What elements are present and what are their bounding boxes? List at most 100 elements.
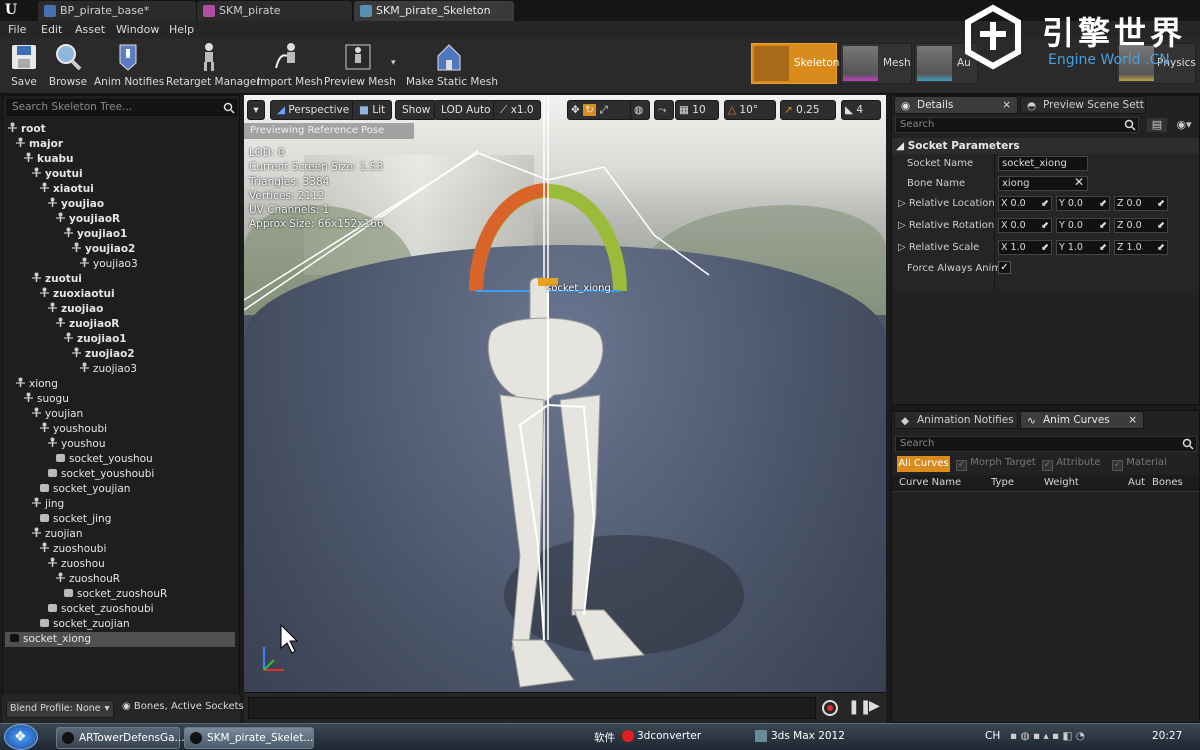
- browse-button[interactable]: Browse: [48, 40, 88, 90]
- mode-mesh-button[interactable]: Mesh: [840, 43, 912, 84]
- force-always-animated-checkbox[interactable]: ✓: [998, 261, 1011, 274]
- tree-row[interactable]: socket_zuoshoubi: [47, 602, 154, 617]
- scale-z-field[interactable]: Z 1.0 ⬋: [1114, 240, 1168, 255]
- preview-mesh-dropdown-icon[interactable]: ▾: [391, 58, 396, 68]
- tab-details[interactable]: ◉ Details ×: [894, 96, 1018, 114]
- tree-row[interactable]: zuojiaoR: [55, 317, 119, 332]
- grid-snap-button[interactable]: ▦ 10: [675, 100, 719, 120]
- tray-icons[interactable]: ▪ ◍ ▪ ▴ ▪ ◧ ◔: [1010, 730, 1085, 742]
- menu-file[interactable]: File: [8, 21, 26, 38]
- location-y-field[interactable]: Y 0.0 ⬋: [1056, 196, 1110, 211]
- world-local-toggle[interactable]: ◍: [630, 100, 650, 120]
- tree-row[interactable]: xiaotui: [39, 182, 94, 197]
- tree-row[interactable]: youshoubi: [39, 422, 107, 437]
- tab-preview-scene-settings[interactable]: ◓ Preview Scene Sett: [1020, 96, 1146, 114]
- tree-row[interactable]: socket_youshou: [55, 452, 153, 467]
- socket-parameters-header[interactable]: ◢ Socket Parameters: [892, 138, 1199, 154]
- translate-icon[interactable]: ✥: [571, 104, 580, 116]
- show-button[interactable]: Show: [395, 100, 438, 120]
- taskbar-item-skm-pirate[interactable]: SKM_pirate_Skelet...: [184, 727, 314, 749]
- tree-row[interactable]: suogu: [23, 392, 69, 407]
- record-button[interactable]: [822, 700, 838, 716]
- rotation-y-field[interactable]: Y 0.0 ⬋: [1056, 218, 1110, 233]
- playback-speed-button[interactable]: ⟋ x1.0: [493, 100, 541, 120]
- pause-button[interactable]: ❚❚: [848, 699, 871, 715]
- retarget-manager-button[interactable]: Retarget Manager: [166, 40, 261, 90]
- tab-bp-pirate-base[interactable]: BP_pirate_base*: [38, 1, 196, 21]
- camera-speed-button[interactable]: ◣ 4: [841, 100, 881, 120]
- tree-row[interactable]: zuojiao3: [79, 362, 137, 377]
- tree-row[interactable]: youshou: [47, 437, 106, 452]
- morph-target-filter[interactable]: ✓ Morph Target: [956, 457, 1036, 471]
- tree-row[interactable]: zuojiao1: [63, 332, 127, 347]
- clear-icon[interactable]: ✕: [1074, 176, 1084, 189]
- surface-snap-button[interactable]: ⤳: [654, 100, 674, 120]
- import-mesh-button[interactable]: Import Mesh: [257, 40, 323, 90]
- tree-row[interactable]: zuojiao: [47, 302, 103, 317]
- location-x-field[interactable]: X 0.0 ⬋: [998, 196, 1052, 211]
- scale-snap-button[interactable]: ↗ 0.25: [780, 100, 836, 120]
- menu-window[interactable]: Window: [116, 21, 159, 38]
- column-weight[interactable]: Weight: [1044, 477, 1079, 488]
- details-search-input[interactable]: Search: [895, 117, 1139, 133]
- tree-row[interactable]: youjiaoR: [55, 212, 120, 227]
- blend-profile-dropdown[interactable]: Blend Profile: None ▾: [6, 700, 114, 718]
- view-options-button[interactable]: ▤: [1146, 117, 1168, 133]
- scale-x-field[interactable]: X 1.0 ⬋: [998, 240, 1052, 255]
- tree-row[interactable]: youtui: [31, 167, 83, 182]
- preview-mesh-button[interactable]: Preview Mesh: [324, 40, 396, 90]
- tree-row[interactable]: zuotui: [31, 272, 82, 287]
- tree-row[interactable]: zuojian: [31, 527, 83, 542]
- tree-row[interactable]: socket_youshoubi: [47, 467, 154, 482]
- rotation-z-field[interactable]: Z 0.0 ⬋: [1114, 218, 1168, 233]
- tree-row[interactable]: socket_zuojian: [39, 617, 130, 632]
- location-z-field[interactable]: Z 0.0 ⬋: [1114, 196, 1168, 211]
- tray-3dconverter-label[interactable]: 3dconverter: [637, 730, 701, 742]
- expand-arrow-icon[interactable]: ▷: [898, 242, 906, 253]
- perspective-button[interactable]: ◢ Perspective: [270, 100, 357, 120]
- tray-3dsmax-label[interactable]: 3ds Max 2012: [771, 730, 845, 742]
- timeline-scrubber[interactable]: [248, 697, 816, 719]
- clock[interactable]: 20:27: [1152, 730, 1182, 742]
- rotation-x-field[interactable]: X 0.0 ⬋: [998, 218, 1052, 233]
- viewport-options-button[interactable]: ▾: [247, 100, 265, 120]
- lit-button[interactable]: ■ Lit: [352, 100, 393, 120]
- menu-help[interactable]: Help: [169, 21, 194, 38]
- tree-row[interactable]: jing: [31, 497, 64, 512]
- material-filter[interactable]: ✓ Material: [1112, 457, 1167, 471]
- expand-arrow-icon[interactable]: ▷: [898, 198, 906, 209]
- bone-filter-button[interactable]: ◉ Bones, Active Sockets: [122, 701, 244, 712]
- socket-name-field[interactable]: socket_xiong: [998, 156, 1088, 171]
- menu-asset[interactable]: Asset: [75, 21, 105, 38]
- menu-edit[interactable]: Edit: [41, 21, 62, 38]
- tab-skm-pirate-skeleton[interactable]: SKM_pirate_Skeleton: [354, 1, 514, 21]
- save-button[interactable]: Save: [4, 40, 44, 90]
- attribute-filter[interactable]: ✓ Attribute: [1042, 457, 1100, 471]
- tree-row[interactable]: zuoxiaotui: [39, 287, 115, 302]
- tree-row[interactable]: socket_zuoshouR: [63, 587, 167, 602]
- column-curve-name[interactable]: Curve Name: [899, 477, 961, 488]
- tree-row[interactable]: zuoshoubi: [39, 542, 106, 557]
- tree-row[interactable]: kuabu: [23, 152, 74, 167]
- expand-arrow-icon[interactable]: ▷: [898, 220, 906, 231]
- tree-row[interactable]: zuojiao2: [71, 347, 135, 362]
- column-type[interactable]: Type: [991, 477, 1014, 488]
- tree-row[interactable]: socket_youjian: [39, 482, 130, 497]
- bone-name-field[interactable]: xiong ✕: [998, 176, 1088, 191]
- close-icon[interactable]: ×: [1128, 412, 1137, 428]
- column-bones[interactable]: Bones: [1152, 477, 1183, 488]
- close-icon[interactable]: ×: [1002, 97, 1011, 113]
- tree-row[interactable]: major: [15, 137, 63, 152]
- tree-row-selected[interactable]: socket_xiong: [5, 632, 235, 647]
- tab-skm-pirate[interactable]: SKM_pirate: [197, 1, 352, 21]
- tree-row[interactable]: zuoshouR: [55, 572, 120, 587]
- mode-skeleton-button[interactable]: Skeleton: [751, 43, 839, 84]
- tray-software-label[interactable]: 软件: [594, 730, 615, 745]
- anim-notifies-button[interactable]: Anim Notifies: [94, 40, 164, 90]
- tree-row[interactable]: youjiao: [47, 197, 104, 212]
- tree-row[interactable]: youjiao1: [63, 227, 127, 242]
- tree-row[interactable]: youjiao2: [71, 242, 135, 257]
- tab-animation-notifies[interactable]: ◆ Animation Notifies: [894, 411, 1018, 429]
- unreal-logo-icon[interactable]: U: [2, 2, 20, 19]
- curves-search-input[interactable]: Search: [895, 436, 1197, 452]
